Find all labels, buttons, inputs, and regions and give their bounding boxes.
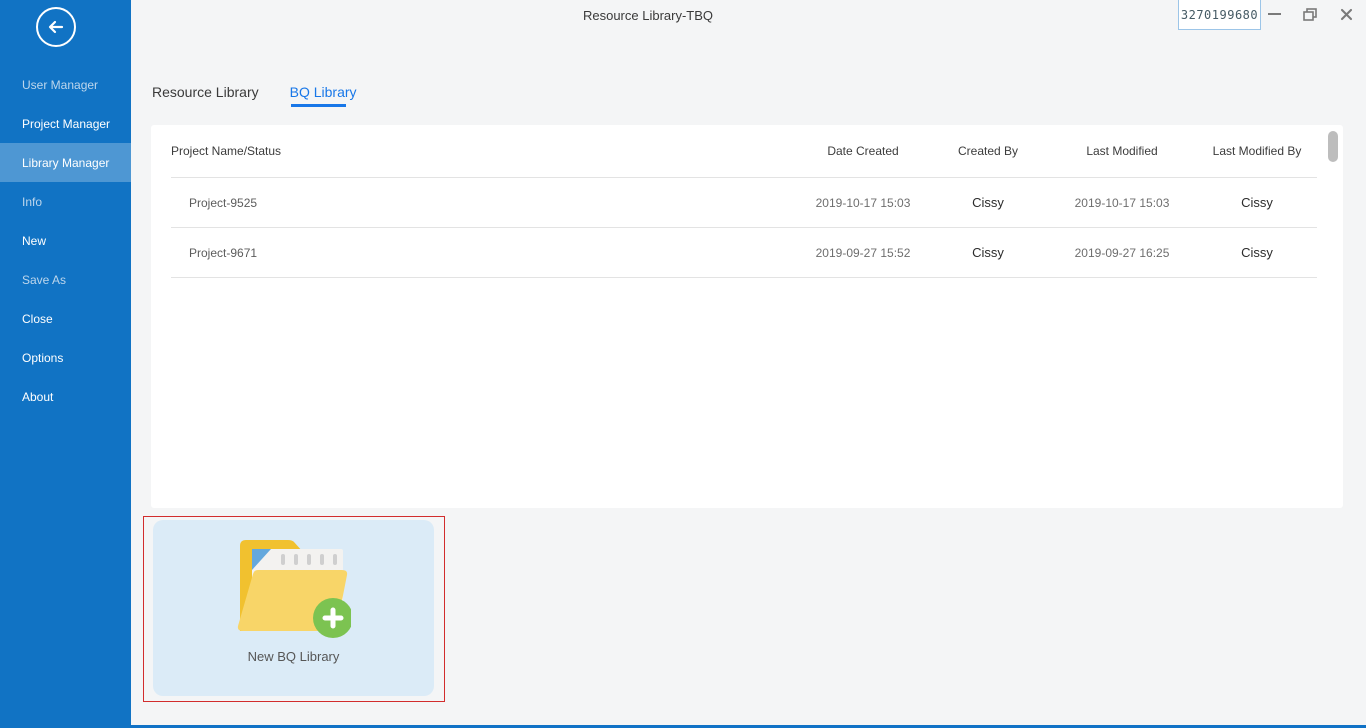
table-row[interactable]: Project-9525 2019-10-17 15:03 Cissy 2019… — [151, 178, 1343, 227]
scrollbar-thumb[interactable] — [1328, 131, 1338, 162]
column-header-project-name: Project Name/Status — [171, 144, 790, 158]
cell-project-name: Project-9525 — [171, 196, 790, 210]
window-controls — [1262, 2, 1358, 26]
sidebar-menu: User Manager Project Manager Library Man… — [0, 65, 131, 416]
sidebar-item-library-manager[interactable]: Library Manager — [0, 143, 131, 182]
cell-last-modified: 2019-10-17 15:03 — [1040, 196, 1204, 210]
cell-date-created: 2019-10-17 15:03 — [790, 196, 936, 210]
column-header-date-created: Date Created — [790, 144, 936, 158]
table-row[interactable]: Project-9671 2019-09-27 15:52 Cissy 2019… — [151, 228, 1343, 277]
scrollbar[interactable] — [1328, 129, 1338, 504]
column-header-last-modified: Last Modified — [1040, 144, 1204, 158]
cell-last-modified: 2019-09-27 16:25 — [1040, 246, 1204, 260]
cell-last-modified-by: Cissy — [1204, 245, 1310, 260]
window-title: Resource Library-TBQ — [583, 8, 713, 23]
cell-created-by: Cissy — [936, 245, 1040, 260]
session-id-box[interactable]: 3270199680 — [1178, 0, 1261, 30]
tab-bq-library[interactable]: BQ Library — [290, 84, 357, 100]
tab-resource-library[interactable]: Resource Library — [152, 84, 259, 100]
sidebar: User Manager Project Manager Library Man… — [0, 0, 131, 728]
back-arrow-icon — [46, 17, 66, 37]
cell-last-modified-by: Cissy — [1204, 195, 1310, 210]
row-divider — [171, 277, 1317, 278]
cell-date-created: 2019-09-27 15:52 — [790, 246, 936, 260]
table-header-row: Project Name/Status Date Created Created… — [151, 125, 1343, 177]
sidebar-item-about[interactable]: About — [0, 377, 131, 416]
column-header-created-by: Created By — [936, 144, 1040, 158]
sidebar-item-info[interactable]: Info — [0, 182, 131, 221]
column-header-last-modified-by: Last Modified By — [1204, 144, 1310, 158]
restore-icon — [1303, 8, 1317, 21]
close-button[interactable] — [1334, 2, 1358, 26]
sidebar-item-options[interactable]: Options — [0, 338, 131, 377]
minimize-button[interactable] — [1262, 2, 1286, 26]
highlight-red-border: New BQ Library — [143, 516, 445, 702]
tab-bar: Resource Library BQ Library — [152, 84, 357, 100]
new-bq-library-button[interactable]: New BQ Library — [153, 520, 434, 696]
close-icon — [1340, 8, 1353, 21]
folder-plus-icon — [236, 536, 351, 643]
library-table-panel: Project Name/Status Date Created Created… — [151, 125, 1343, 508]
sidebar-item-close[interactable]: Close — [0, 299, 131, 338]
cell-project-name: Project-9671 — [171, 246, 790, 260]
sidebar-item-user-manager[interactable]: User Manager — [0, 65, 131, 104]
cell-created-by: Cissy — [936, 195, 1040, 210]
sidebar-item-new[interactable]: New — [0, 221, 131, 260]
sidebar-item-save-as[interactable]: Save As — [0, 260, 131, 299]
new-bq-library-label: New BQ Library — [248, 649, 340, 664]
restore-button[interactable] — [1298, 2, 1322, 26]
sidebar-item-project-manager[interactable]: Project Manager — [0, 104, 131, 143]
minimize-icon — [1268, 13, 1281, 15]
back-button[interactable] — [36, 7, 76, 47]
